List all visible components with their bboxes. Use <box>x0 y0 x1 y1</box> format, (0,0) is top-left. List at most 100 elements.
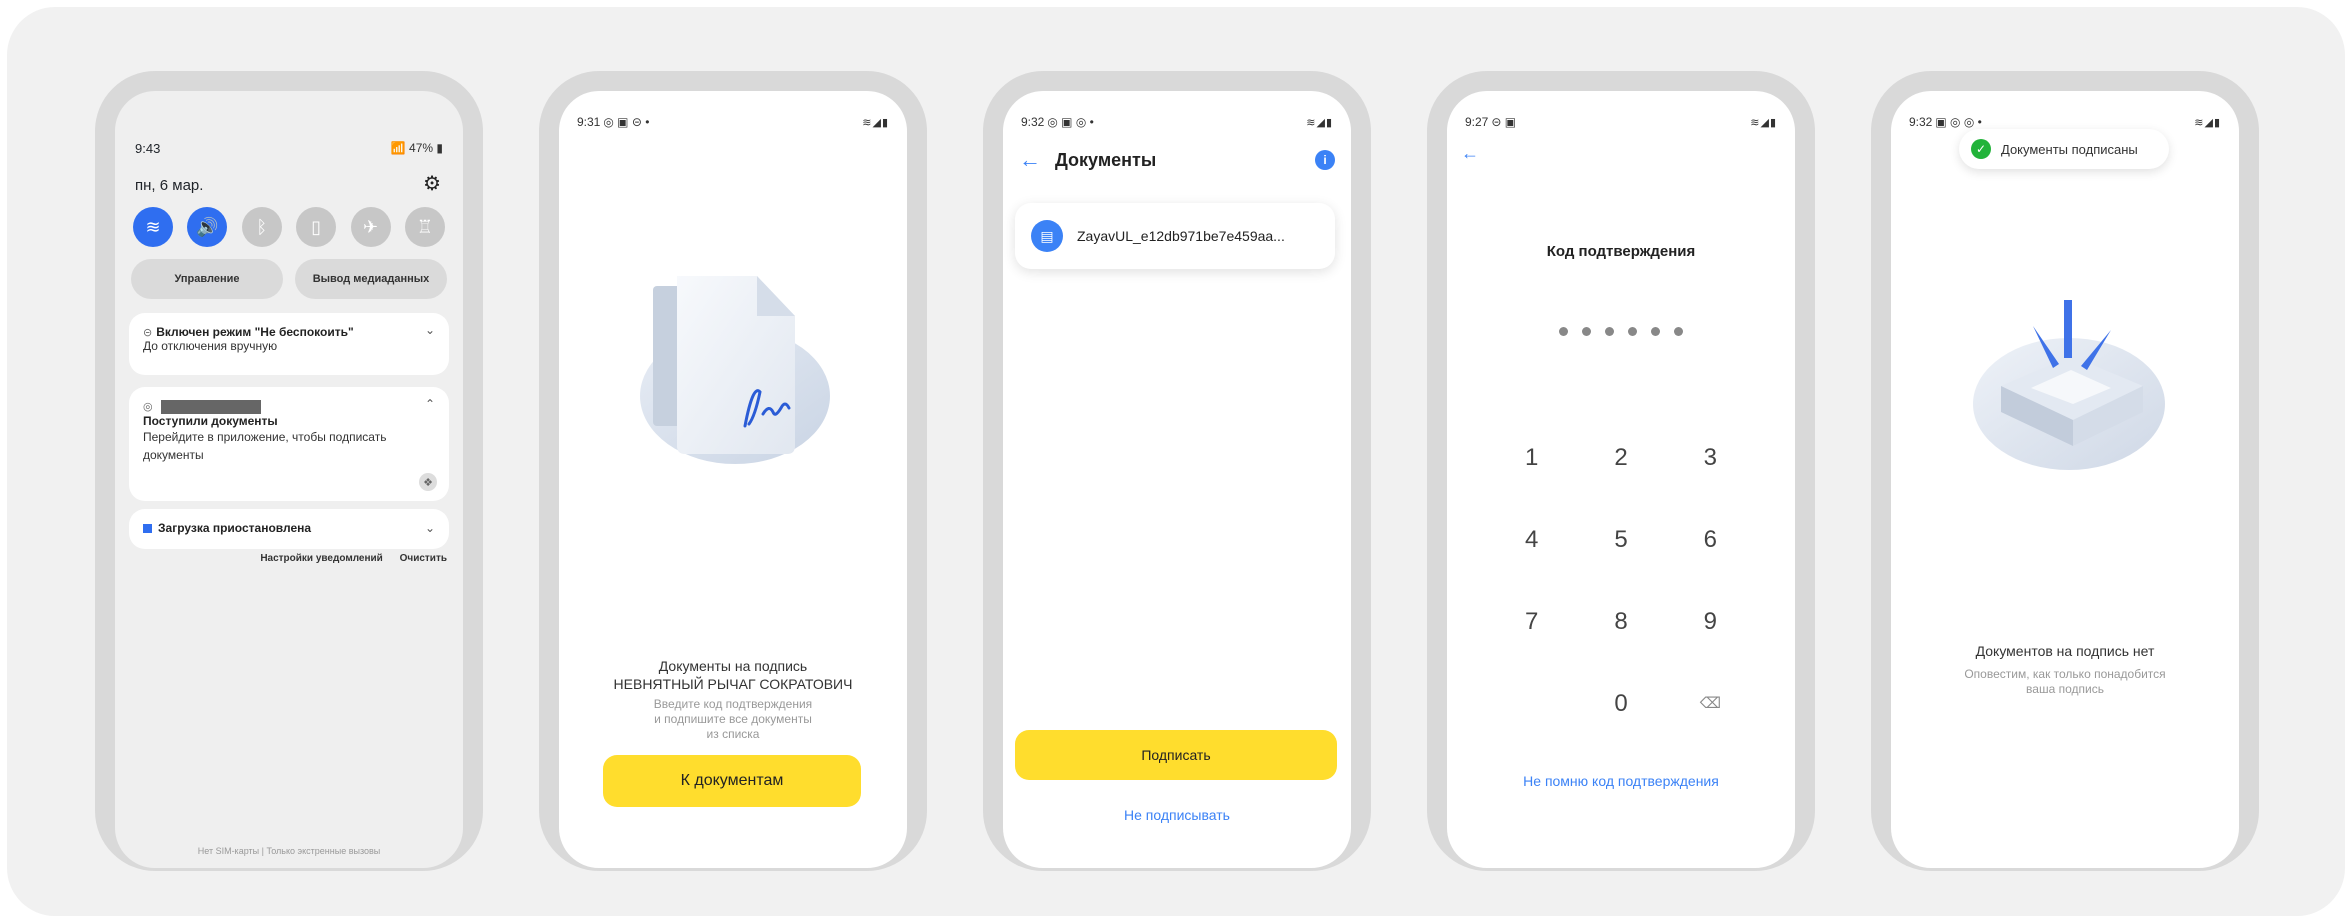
status-time: 9:31 <box>577 115 601 129</box>
battery-icon: ▮ <box>436 141 443 155</box>
info-icon[interactable]: i <box>1315 150 1335 170</box>
key-empty <box>1487 687 1576 721</box>
phone-documents-list: 9:32 ◎ ▣ ◎ • ≋◢▮ ← Документы i ▤ ZayavUL_… <box>983 71 1371 871</box>
screen: 9:31 ◎ ▣ ⊝ • ≋◢▮ Документы на подпись НЕВ… <box>559 91 907 868</box>
sign-button[interactable]: Подписать <box>1015 730 1337 780</box>
device-control-button[interactable]: Управление <box>131 259 283 299</box>
flashlight-icon[interactable]: ♖ <box>404 207 445 247</box>
wifi-icon[interactable]: ≋ <box>133 207 173 247</box>
status-time: 9:32 <box>1021 115 1045 129</box>
to-documents-button[interactable]: К документам <box>603 755 861 807</box>
documents-notification[interactable]: ◎ Поступили документы Перейдите в прилож… <box>129 387 449 501</box>
key-6[interactable]: 6 <box>1666 523 1755 557</box>
phone-confirmation-code: 9:27 ⊝ ▣ ≋◢▮ ← Код подтверждения 1 2 3 4 … <box>1427 71 1815 871</box>
keypad: 1 2 3 4 5 6 7 8 9 0 ⌫ <box>1487 441 1755 721</box>
intro-hint: Введите код подтверждения и подпишите вс… <box>653 697 813 741</box>
status-icons-left: ◎ ▣ ⊝ • <box>603 115 650 129</box>
status-time: 9:27 <box>1465 115 1489 129</box>
status-icons: 📶 47% ▮ <box>391 141 443 155</box>
empty-inbox-illustration <box>1973 300 2165 470</box>
header: ← Документы i <box>1019 146 1335 174</box>
status-bar: 9:31 ◎ ▣ ⊝ • ≋◢▮ <box>559 113 907 131</box>
signal-icons: ≋◢▮ <box>2194 116 2221 129</box>
status-icons-left: ▣ ◎ ◎ • <box>1935 115 1982 129</box>
key-2[interactable]: 2 <box>1576 441 1665 475</box>
key-1[interactable]: 1 <box>1487 441 1576 475</box>
page-title: Документы <box>1055 149 1157 170</box>
notification-body: Перейдите в приложение, чтобы подписать … <box>143 429 387 462</box>
phone-documents-intro: 9:31 ◎ ▣ ⊝ • ≋◢▮ Документы на подпись НЕВ… <box>539 71 927 871</box>
decline-sign-link[interactable]: Не подписывать <box>1003 807 1351 823</box>
sim-status-footer: Нет SIM-карты | Только экстренные вызовы <box>197 846 381 856</box>
dnd-title: Включен режим "Не беспокоить" <box>156 325 354 339</box>
screen: 9:32 ▣ ◎ ◎ • ≋◢▮ ✓ Документы подписаны Д… <box>1891 91 2239 868</box>
phone-signed: 9:32 ▣ ◎ ◎ • ≋◢▮ ✓ Документы подписаны Д… <box>1871 71 2259 871</box>
pin-dot <box>1559 327 1568 336</box>
document-signature-illustration <box>640 276 830 464</box>
pin-dot <box>1605 327 1614 336</box>
check-icon: ✓ <box>1971 139 1991 159</box>
pin-dot <box>1582 327 1591 336</box>
forgot-code-link[interactable]: Не помню код подтверждения <box>1447 773 1795 789</box>
back-arrow-icon[interactable]: ← <box>1461 143 1479 164</box>
key-3[interactable]: 3 <box>1666 441 1755 475</box>
rotation-icon[interactable]: ▯ <box>296 207 337 247</box>
status-bar: 9:27 ⊝ ▣ ≋◢▮ <box>1447 113 1795 131</box>
backspace-icon[interactable]: ⌫ <box>1666 687 1755 721</box>
notification-title: Поступили документы <box>143 413 278 428</box>
bluetooth-icon[interactable]: ᛒ <box>241 207 282 247</box>
signal-icons: ≋◢▮ <box>1750 116 1777 129</box>
chevron-up-icon[interactable]: ⌃ <box>425 397 435 411</box>
empty-subtitle: Оповестим, как только понадобится ваша п… <box>1964 667 2166 696</box>
screen: 9:27 ⊝ ▣ ≋◢▮ ← Код подтверждения 1 2 3 4 … <box>1447 91 1795 868</box>
empty-title: Документов на подпись нет <box>1975 643 2155 659</box>
sound-icon[interactable]: 🔊 <box>187 207 228 247</box>
screen: 9:32 ◎ ▣ ◎ • ≋◢▮ ← Документы i ▤ ZayavUL_… <box>1003 91 1351 868</box>
notification-settings-link[interactable]: Настройки уведомлений <box>260 553 383 564</box>
dnd-notification[interactable]: ⊝ Включен режим "Не беспокоить" До отключ… <box>129 313 449 375</box>
intro-title-line: Документы на подпись <box>658 658 808 674</box>
clear-link[interactable]: Очистить <box>400 553 447 564</box>
date: пн, 6 мар. <box>135 177 204 194</box>
document-icon: ▤ <box>1031 220 1063 252</box>
signal-icons: ≋◢▮ <box>1306 116 1333 129</box>
redacted-app-name <box>160 399 261 414</box>
document-item[interactable]: ▤ ZayavUL_e12db971be7e459aa... <box>1015 203 1335 269</box>
key-5[interactable]: 5 <box>1576 523 1665 557</box>
dnd-icon: ⊝ <box>143 327 153 339</box>
media-output-button[interactable]: Вывод медиаданных <box>295 259 447 299</box>
document-name: ZayavUL_e12db971be7e459aa... <box>1077 228 1285 244</box>
dnd-subtitle: До отключения вручную <box>143 339 278 353</box>
gear-icon[interactable]: ⚙ <box>423 171 441 196</box>
airplane-icon[interactable]: ✈ <box>350 207 391 247</box>
download-icon <box>143 524 152 534</box>
status-bar: 9:32 ◎ ▣ ◎ • ≋◢▮ <box>1003 113 1351 131</box>
code-title: Код подтверждения <box>1546 243 1696 260</box>
success-toast: ✓ Документы подписаны <box>1959 129 2169 169</box>
app-badge-icon: ❖ <box>419 473 437 491</box>
back-arrow-icon[interactable]: ← <box>1019 147 1055 173</box>
screen: 9:43 📶 47% ▮ пн, 6 мар. ⚙ ≋ 🔊 ᛒ ▯ ✈ ♖ Уп… <box>115 91 463 868</box>
toast-text: Документы подписаны <box>2001 141 2138 157</box>
key-0[interactable]: 0 <box>1576 687 1665 721</box>
download-title: Загрузка приостановлена <box>158 521 312 535</box>
pin-dot <box>1651 327 1660 336</box>
download-notification[interactable]: Загрузка приостановлена ⌄ <box>129 509 449 549</box>
signal-icons: ≋◢▮ <box>862 116 889 129</box>
key-9[interactable]: 9 <box>1666 605 1755 639</box>
key-4[interactable]: 4 <box>1487 523 1576 557</box>
pin-dot <box>1628 327 1637 336</box>
status-icons-left: ⊝ ▣ <box>1491 115 1517 129</box>
status-time: 9:32 <box>1909 115 1933 129</box>
wifi-signal-icon: 📶 <box>390 141 406 155</box>
chevron-down-icon[interactable]: ⌄ <box>425 323 435 337</box>
shade-links: Настройки уведомлений Очистить <box>246 553 447 564</box>
key-8[interactable]: 8 <box>1576 605 1665 639</box>
pin-dot <box>1674 327 1683 336</box>
battery-level: 47% <box>409 141 434 155</box>
pin-dots <box>1447 327 1795 336</box>
chevron-down-icon[interactable]: ⌄ <box>425 521 435 535</box>
signer-name: НЕВНЯТНЫЙ РЫЧАГ СОКРАТОВИЧ <box>613 676 853 692</box>
key-7[interactable]: 7 <box>1487 605 1576 639</box>
intro-title: Документы на подпись НЕВНЯТНЫЙ РЫЧАГ СОК… <box>559 657 907 693</box>
